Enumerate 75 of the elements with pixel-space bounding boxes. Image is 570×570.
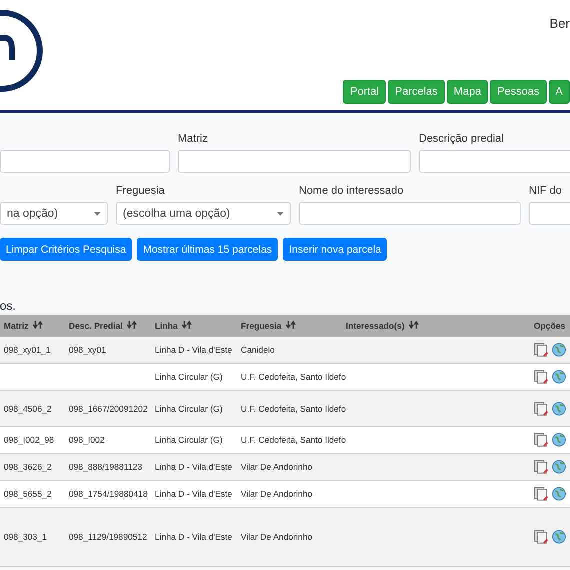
globe-icon[interactable] <box>552 400 566 416</box>
field-label: Descrição predial <box>419 133 505 147</box>
table-cell: 098_xy01_1 <box>4 345 51 355</box>
table-cell: Linha Circular (G) <box>155 435 223 445</box>
nav-button[interactable]: Pessoas <box>490 80 547 104</box>
nav-button[interactable]: Mapa <box>446 80 488 104</box>
table-cell: U.F. Cedofeita, Santo Ildefo <box>241 404 346 414</box>
column-header[interactable]: Desc. Predial <box>65 315 151 337</box>
select-field[interactable]: na opção) <box>0 202 108 225</box>
input-field[interactable] <box>529 202 570 225</box>
table-cell: U.F. Cedofeita, Santo Ildefo <box>241 372 346 382</box>
document-icon[interactable] <box>534 486 548 502</box>
table-cell: Linha Circular (G) <box>155 404 223 414</box>
field-label: Nome do interessado <box>299 185 405 199</box>
table-cell: Linha Circular (G) <box>155 372 223 382</box>
select-field[interactable]: (escolha uma opção) <box>116 202 291 225</box>
table-cell: Linha D - Vila d'Este <box>155 462 232 472</box>
document-icon[interactable] <box>534 459 548 475</box>
action-button[interactable]: Mostrar últimas 15 parcelas <box>137 238 278 261</box>
table-cell: 098_3626_2 <box>4 462 52 472</box>
document-icon[interactable] <box>534 432 548 448</box>
table-cell: 098_I002 <box>69 435 105 445</box>
input-field[interactable] <box>0 150 170 173</box>
globe-icon[interactable] <box>552 369 566 385</box>
globe-icon[interactable] <box>552 529 566 545</box>
table-cell: 098_4506_2 <box>4 404 52 414</box>
field-label: Matriz <box>178 133 209 147</box>
table-cell: 098_303_1 <box>4 532 48 542</box>
results-text: os. <box>0 299 18 313</box>
table-cell: U.F. Cedofeita, Santo Ildefo <box>241 435 346 445</box>
table-cell: 098_1754/19880418 <box>69 489 148 499</box>
document-icon[interactable] <box>534 342 548 358</box>
table-cell: 098_888/19881123 <box>69 462 142 472</box>
column-header[interactable]: Matriz <box>0 315 65 337</box>
globe-icon[interactable] <box>552 486 566 502</box>
column-header[interactable]: Linha <box>151 315 237 337</box>
action-button[interactable]: Inserir nova parcela <box>283 238 388 261</box>
table-cell: Vilar De Andorinho <box>241 462 313 472</box>
table-cell: Vilar De Andorinho <box>241 532 313 542</box>
column-header: Opções <box>530 315 570 337</box>
sort-icon[interactable] <box>126 321 137 329</box>
table-cell: Linha D - Vila d'Este <box>155 489 232 499</box>
document-icon[interactable] <box>534 400 548 416</box>
column-header[interactable]: Freguesia <box>237 315 342 337</box>
user-greeting: Ber <box>550 16 570 31</box>
globe-icon[interactable] <box>552 459 566 475</box>
field-label: NIF do <box>529 185 564 199</box>
nav-button[interactable]: A <box>548 80 570 104</box>
input-field[interactable] <box>178 150 411 173</box>
globe-icon[interactable] <box>552 432 566 448</box>
input-field[interactable] <box>419 150 570 173</box>
document-icon[interactable] <box>534 529 548 545</box>
sort-icon[interactable] <box>286 321 296 329</box>
input-field[interactable] <box>299 202 521 225</box>
table-cell: 098_xy01 <box>69 345 106 355</box>
table-cell: Vilar De Andorinho <box>241 489 313 499</box>
nav-button[interactable]: Portal <box>343 80 386 104</box>
caret-icon <box>277 212 284 216</box>
table-cell: 098_1129/19890512 <box>69 532 148 542</box>
table-cell: 098_I002_98 <box>4 435 54 445</box>
table-cell: Linha D - Vila d'Este <box>155 532 232 542</box>
table-cell: 098_5655_2 <box>4 489 52 499</box>
column-header[interactable]: Interessado(s) <box>342 315 530 337</box>
sort-icon[interactable] <box>408 321 419 329</box>
table-cell: Linha D - Vila d'Este <box>155 345 232 355</box>
sort-icon[interactable] <box>32 321 43 329</box>
document-icon[interactable] <box>534 369 548 385</box>
sort-icon[interactable] <box>182 321 192 329</box>
action-button[interactable]: Limpar Critérios Pesquisa <box>0 238 132 261</box>
table-cell: Canidelo <box>241 345 275 355</box>
field-label: Freguesia <box>116 185 166 199</box>
table-cell: 098_1667/20091202 <box>69 404 148 414</box>
globe-icon[interactable] <box>552 342 566 358</box>
nav-button[interactable]: Parcelas <box>388 80 445 104</box>
caret-icon <box>94 212 101 216</box>
